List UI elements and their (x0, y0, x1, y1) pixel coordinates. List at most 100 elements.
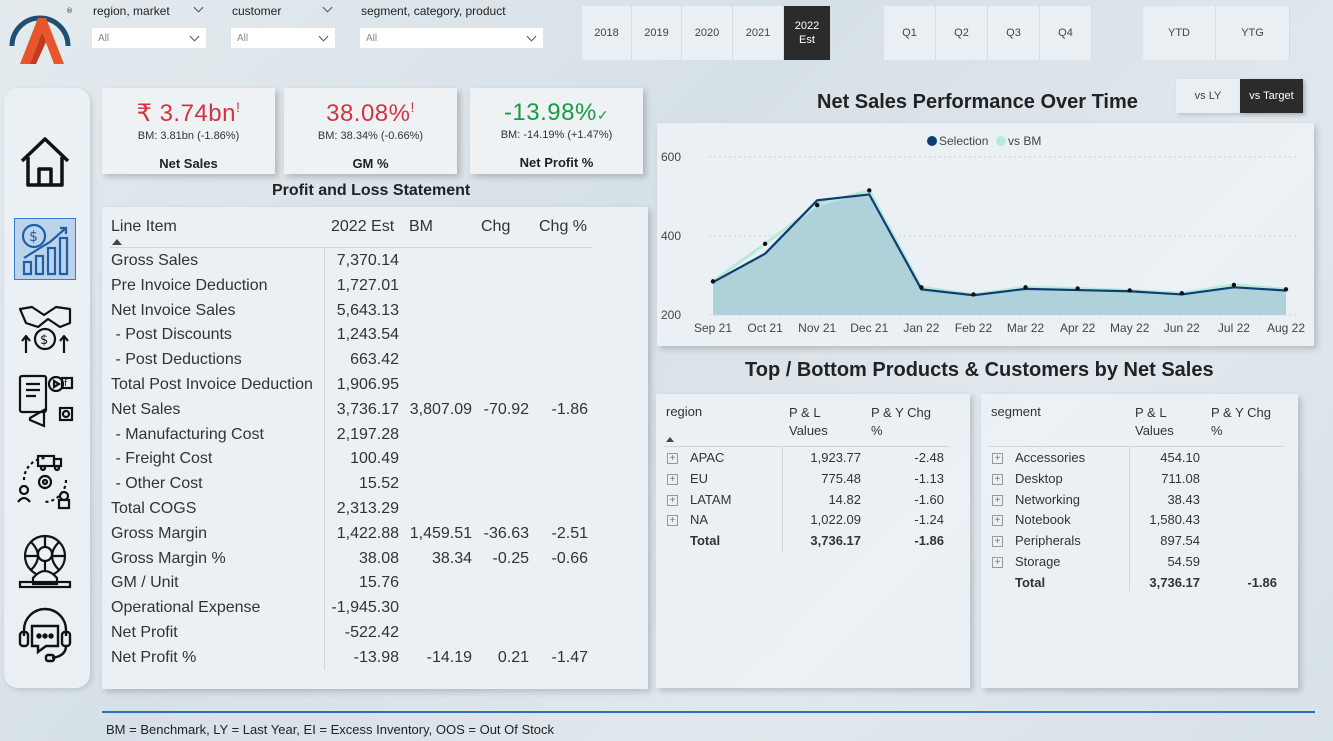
toggle-vs-ly[interactable]: vs LY (1176, 79, 1240, 113)
pl-line-item: - Post Discounts (111, 326, 232, 344)
check-icon: ✓ (596, 107, 610, 123)
expand-plus-icon[interactable]: + (667, 494, 678, 506)
finance-view-icon[interactable]: $ (14, 218, 76, 280)
pl-line-item: Net Invoice Sales (111, 301, 236, 319)
pl-est-value: 2,197.28 (336, 425, 399, 443)
pl-line-item: Gross Margin % (111, 549, 226, 567)
x-tick-label: Nov 21 (798, 321, 836, 335)
pl-est-value: 663.42 (350, 351, 399, 369)
pl-est-value: 7,370.14 (336, 252, 399, 269)
chevron-down-icon[interactable] (322, 2, 333, 13)
sales-view-icon[interactable]: $ (14, 297, 76, 359)
kpi-label: Net Sales (159, 156, 218, 171)
segment-row-name: Accessories (1015, 450, 1086, 465)
pl-table-header: Line Item 2022 Est BM Chg Chg % (111, 218, 611, 242)
expand-plus-icon[interactable]: + (667, 453, 678, 464)
toggle-vs-target[interactable]: vs Target (1240, 79, 1303, 113)
pl-header-chg-percent[interactable]: Chg % (539, 218, 587, 236)
pl-chg-percent-value: -1.47 (551, 648, 588, 666)
marketing-view-icon[interactable]: f (14, 370, 76, 432)
kpi-benchmark: BM: 38.34% (-0.66%) (317, 130, 424, 142)
kpi-card-net-sales: ₹ 3.74bn! BM: 3.81bn (-1.86%) Net Sales (102, 88, 275, 174)
pl-row: Net Invoice Sales 5,643.13 (111, 302, 591, 326)
x-tick-label: Dec 21 (850, 321, 888, 335)
pl-est-value: -13.98 (353, 648, 399, 666)
year-button-2021[interactable]: 2021 (733, 6, 784, 60)
pl-est-value: 38.08 (358, 549, 399, 567)
customer-filter-dropdown[interactable]: All (230, 27, 336, 49)
sort-up-icon[interactable] (666, 437, 674, 442)
chevron-down-icon[interactable] (193, 2, 204, 13)
region-filter-dropdown[interactable]: All (91, 27, 207, 49)
segment-row-name: Networking (1015, 491, 1081, 507)
pl-row: GM / Unit 15.76 (111, 574, 591, 598)
year-button-2018[interactable]: 2018 (582, 6, 632, 60)
expand-plus-icon[interactable]: + (667, 473, 678, 485)
pl-line-item: Total Post Invoice Deduction (111, 376, 313, 393)
year-button-2020[interactable]: 2020 (682, 6, 733, 60)
region-header-chg[interactable]: P & Y Chg % (871, 404, 941, 440)
sort-up-icon[interactable] (112, 239, 122, 245)
pl-header-bm[interactable]: BM (409, 218, 433, 236)
supply-chain-icon[interactable] (14, 450, 76, 512)
expand-plus-icon[interactable]: + (667, 515, 678, 527)
pl-bm-value: 38.34 (431, 549, 472, 567)
expand-plus-icon[interactable]: + (992, 557, 1003, 568)
data-point (710, 279, 716, 284)
legend-marker (927, 136, 937, 146)
segment-header-name[interactable]: segment (991, 404, 1041, 419)
kpi-label: GM % (352, 156, 389, 171)
region-row-value: 1,022.09 (810, 512, 861, 528)
pl-line-item: Total COGS (111, 500, 197, 517)
quarter-button-q4[interactable]: Q4 (1040, 6, 1092, 60)
pl-est-value: 1,727.01 (336, 276, 399, 294)
support-icon[interactable] (14, 604, 76, 666)
pl-chg-value: -36.63 (483, 524, 529, 542)
data-point (1231, 282, 1237, 288)
ytg-button[interactable]: YTG (1216, 6, 1290, 60)
pl-chg-percent-value: -2.51 (551, 524, 588, 542)
region-row-chg: -1.60 (914, 491, 944, 507)
segment-header-values[interactable]: P & L Values (1135, 404, 1195, 440)
data-point (1179, 291, 1185, 296)
pl-header-est[interactable]: 2022 Est (331, 218, 394, 236)
region-header-values[interactable]: P & L Values (789, 404, 849, 440)
kpi-label: Net Profit % (519, 155, 594, 170)
x-tick-label: Oct 21 (747, 321, 783, 335)
y-tick-label: 400 (661, 229, 681, 243)
executive-view-icon[interactable] (14, 530, 76, 592)
segment-filter-dropdown[interactable]: All (359, 27, 544, 49)
ytd-button[interactable]: YTD (1143, 6, 1216, 60)
expand-plus-icon[interactable]: + (992, 515, 1003, 527)
customer-filter-value: All (237, 33, 249, 44)
pl-row: Net Profit -522.42 (111, 624, 591, 648)
segment-header-chg[interactable]: P & Y Chg % (1211, 404, 1281, 440)
topbottom-title: Top / Bottom Products & Customers by Net… (745, 359, 1214, 381)
expand-plus-icon[interactable]: + (992, 494, 1003, 506)
quarter-button-q1[interactable]: Q1 (884, 6, 936, 60)
pl-header-chg[interactable]: Chg (481, 218, 510, 236)
region-header-name[interactable]: region (666, 404, 702, 419)
x-tick-label: May 22 (1110, 321, 1150, 335)
region-row-chg: -1.13 (914, 470, 944, 486)
pl-header-line-item[interactable]: Line Item (111, 218, 177, 236)
year-button-2022-est[interactable]: 2022 Est (784, 6, 831, 60)
year-button-2019[interactable]: 2019 (632, 6, 682, 60)
quarter-button-q2[interactable]: Q2 (936, 6, 988, 60)
pl-line-item: - Other Cost (111, 475, 203, 493)
segment-row-value: 1,580.43 (1149, 512, 1200, 528)
pl-line-item: Operational Expense (111, 599, 261, 617)
quarter-button-q3[interactable]: Q3 (988, 6, 1040, 60)
legend-label: vs BM (1008, 134, 1041, 148)
expand-plus-icon[interactable]: + (992, 453, 1003, 464)
pl-bm-value: 1,459.51 (409, 524, 472, 542)
kpi-value: -13.98% (503, 99, 597, 126)
svg-text:$: $ (29, 229, 38, 245)
segment-row-name: Desktop (1015, 470, 1063, 486)
chevron-down-icon (526, 31, 537, 42)
segment-filter-value: All (366, 33, 378, 44)
expand-plus-icon[interactable]: + (992, 536, 1003, 548)
home-icon[interactable] (14, 130, 76, 192)
expand-plus-icon[interactable]: + (992, 473, 1003, 485)
x-tick-label: Jun 22 (1164, 321, 1200, 335)
